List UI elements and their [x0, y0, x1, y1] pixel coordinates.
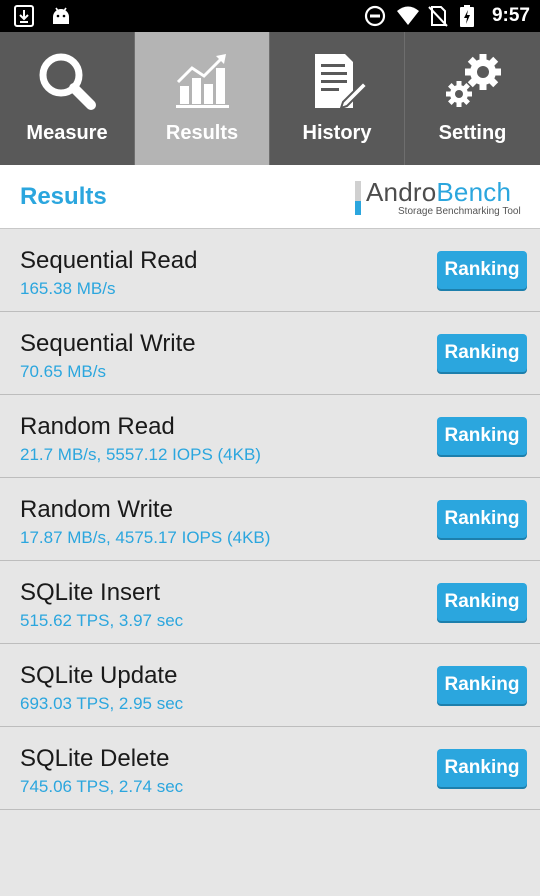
tab-label: History — [302, 122, 372, 144]
results-header: Results AndroBench Storage Benchmarking … — [0, 165, 540, 229]
logo-name-part1: Andro — [366, 177, 437, 207]
androbench-logo: AndroBench Storage Benchmarking Tool — [355, 177, 525, 219]
result-value: 165.38 MB/s — [20, 279, 116, 298]
ranking-button[interactable]: Ranking — [437, 666, 527, 704]
result-name: Sequential Write — [20, 330, 196, 357]
logo-name-part2: Bench — [436, 177, 512, 207]
tab-setting[interactable]: Setting — [405, 32, 540, 165]
page-title: Results — [20, 183, 107, 210]
list-item-sqlite-update: SQLite Update 693.03 TPS, 2.95 sec Ranki… — [0, 644, 540, 727]
result-value: 17.87 MB/s, 4575.17 IOPS (4KB) — [20, 528, 271, 547]
do-not-disturb-icon — [364, 5, 386, 27]
clock: 9:57 — [491, 5, 530, 26]
ranking-button[interactable]: Ranking — [437, 583, 527, 621]
magnifier-icon — [0, 50, 134, 114]
list-item-random-read: Random Read 21.7 MB/s, 5557.12 IOPS (4KB… — [0, 395, 540, 478]
result-name: Random Read — [20, 413, 175, 440]
result-value: 21.7 MB/s, 5557.12 IOPS (4KB) — [20, 445, 261, 464]
status-bar: 9:57 — [0, 0, 540, 32]
ranking-button[interactable]: Ranking — [437, 334, 527, 372]
ranking-button[interactable]: Ranking — [437, 500, 527, 538]
no-sim-icon — [428, 5, 450, 27]
logo-name: AndroBench — [366, 177, 511, 208]
tab-bar: Measure Results History Setting — [0, 32, 540, 165]
logo-bar-fill — [355, 201, 361, 215]
result-name: SQLite Delete — [20, 745, 170, 772]
ranking-button[interactable]: Ranking — [437, 251, 527, 289]
list-item-sequential-write: Sequential Write 70.65 MB/s Ranking — [0, 312, 540, 395]
tab-measure[interactable]: Measure — [0, 32, 135, 165]
results-list: Sequential Read 165.38 MB/s Ranking Sequ… — [0, 229, 540, 810]
result-name: SQLite Update — [20, 662, 178, 689]
result-value: 70.65 MB/s — [20, 362, 106, 381]
list-item-random-write: Random Write 17.87 MB/s, 4575.17 IOPS (4… — [0, 478, 540, 561]
ranking-button[interactable]: Ranking — [437, 749, 527, 787]
result-name: SQLite Insert — [20, 579, 161, 606]
tab-label: Setting — [438, 122, 507, 144]
tab-results[interactable]: Results — [135, 32, 270, 165]
result-value: 515.62 TPS, 3.97 sec — [20, 611, 184, 630]
ranking-button[interactable]: Ranking — [437, 417, 527, 455]
tab-label: Results — [165, 122, 239, 144]
logo-subtitle: Storage Benchmarking Tool — [398, 206, 521, 217]
result-name: Random Write — [20, 496, 173, 523]
result-value: 745.06 TPS, 2.74 sec — [20, 777, 184, 796]
wifi-icon — [396, 5, 419, 27]
list-item-sqlite-delete: SQLite Delete 745.06 TPS, 2.74 sec Ranki… — [0, 727, 540, 810]
android-icon — [50, 5, 72, 27]
bar-chart-icon — [135, 50, 269, 114]
result-value: 693.03 TPS, 2.95 sec — [20, 694, 184, 713]
list-item-sequential-read: Sequential Read 165.38 MB/s Ranking — [0, 229, 540, 312]
list-item-sqlite-insert: SQLite Insert 515.62 TPS, 3.97 sec Ranki… — [0, 561, 540, 644]
tab-label: Measure — [26, 122, 108, 144]
document-pen-icon — [270, 50, 404, 114]
battery-charging-icon — [459, 5, 482, 27]
tab-history[interactable]: History — [270, 32, 405, 165]
download-icon — [14, 5, 36, 27]
result-name: Sequential Read — [20, 247, 198, 274]
gears-icon — [405, 50, 540, 114]
